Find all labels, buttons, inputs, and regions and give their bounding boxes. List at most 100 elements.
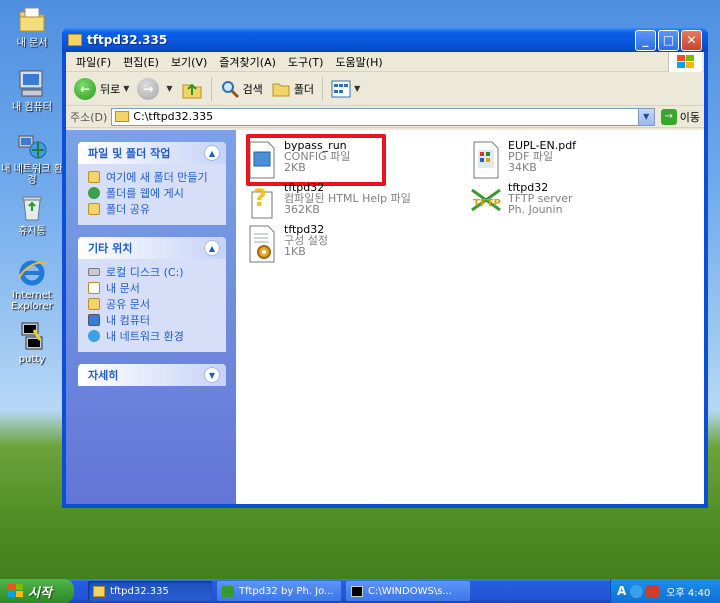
file-size: 34KB: [508, 161, 537, 174]
menu-tools[interactable]: 도구(T): [282, 54, 330, 70]
clock[interactable]: 오후 4:40: [666, 584, 710, 599]
window-content: 파일(F) 편집(E) 보기(V) 즐겨찾기(A) 도구(T) 도움말(H) ←…: [66, 52, 704, 504]
desktop-icon-recycle-bin[interactable]: 휴지통: [0, 192, 64, 237]
file-item[interactable]: bypass_run CONFIG 파일 2KB: [244, 134, 386, 186]
panel-header[interactable]: 자세히 ▼: [78, 364, 226, 386]
title-bar[interactable]: tftpd32.335 _ □ ✕: [62, 28, 708, 52]
network-tray-icon[interactable]: [630, 584, 644, 598]
file-item[interactable]: ? tftpd32 컴파일된 HTML Help 파일 362KB: [244, 182, 411, 222]
menu-help[interactable]: 도움말(H): [329, 54, 388, 70]
windows-logo-icon: [668, 52, 702, 72]
place-my-documents[interactable]: 내 문서: [88, 280, 218, 296]
task-publish-web[interactable]: 폴더를 웹에 게시: [88, 185, 218, 201]
file-publisher: Ph. Jounin: [508, 203, 563, 216]
start-button[interactable]: 시작: [0, 579, 74, 603]
security-shield-icon[interactable]: [646, 584, 660, 598]
folders-label: 폴더: [293, 82, 315, 96]
taskbar-button-cmd[interactable]: C:\WINDOWS\s...: [346, 581, 470, 601]
windows-logo-icon: [8, 584, 23, 597]
place-label: 내 네트워크 환경: [106, 330, 184, 343]
up-folder-icon: [182, 83, 202, 98]
start-label: 시작: [28, 585, 52, 601]
address-input[interactable]: C:\tftpd32.335 ▼: [111, 107, 655, 126]
file-size: 1KB: [284, 245, 306, 258]
place-label: 로컬 디스크 (C:): [106, 266, 184, 279]
minimize-button[interactable]: _: [635, 29, 656, 51]
place-network[interactable]: 내 네트워크 환경: [88, 328, 218, 344]
file-folder-tasks-panel: 파일 및 폴더 작업 ▲ 여기에 새 폴더 만들기 폴더를 웹에 게시 폴더 공…: [78, 142, 226, 225]
chevron-down-icon[interactable]: ▼: [204, 367, 220, 383]
network-places-icon: [88, 330, 100, 342]
up-folder-button[interactable]: [177, 75, 207, 103]
chevron-up-icon[interactable]: ▲: [204, 240, 220, 256]
toolbar: ← 뒤로 ▼ → ▼ 검색 폴더 ▼: [66, 72, 704, 106]
place-local-disk[interactable]: 로컬 디스크 (C:): [88, 264, 218, 280]
place-label: 공유 문서: [106, 298, 150, 311]
my-documents-icon: [88, 282, 100, 294]
chevron-down-icon[interactable]: ▼: [123, 84, 129, 93]
address-dropdown-button[interactable]: ▼: [637, 108, 654, 125]
search-icon: [221, 80, 239, 98]
file-item[interactable]: EUPL-EN.pdf PDF 파일 34KB: [468, 140, 576, 180]
task-label: Tftpd32 by Ph. Jo...: [239, 585, 334, 597]
views-button[interactable]: ▼: [327, 75, 364, 103]
panel-title: 파일 및 폴더 작업: [88, 147, 171, 160]
desktop-icon-putty[interactable]: putty: [0, 320, 64, 365]
forward-arrow-icon: →: [137, 77, 160, 100]
recycle-bin-icon: [22, 196, 42, 221]
taskbar-button-explorer[interactable]: tftpd32.335: [88, 581, 212, 601]
file-view: bypass_run CONFIG 파일 2KB EUPL-EN.pdf PDF…: [236, 130, 704, 504]
menu-view[interactable]: 보기(V): [165, 54, 213, 70]
ime-indicator[interactable]: A: [617, 584, 626, 598]
back-button[interactable]: ← 뒤로 ▼: [70, 75, 133, 103]
task-new-folder[interactable]: 여기에 새 폴더 만들기: [88, 169, 218, 185]
place-my-computer[interactable]: 내 컴퓨터: [88, 312, 218, 328]
chevron-down-icon[interactable]: ▼: [166, 84, 172, 93]
file-size: 362KB: [284, 203, 320, 216]
search-button[interactable]: 검색: [216, 75, 267, 103]
network-places-icon: [18, 135, 47, 159]
forward-button[interactable]: → ▼: [133, 75, 176, 103]
chevron-up-icon[interactable]: ▲: [204, 145, 220, 161]
help-file-icon: ?: [251, 184, 273, 219]
taskbar: 시작 tftpd32.335 Tftpd32 by Ph. Jo... C:\W…: [0, 579, 720, 603]
desktop-icon-label: 내 네트워크 환경: [1, 164, 63, 186]
menu-edit[interactable]: 편집(E): [117, 54, 165, 70]
address-bar: 주소(D) C:\tftpd32.335 ▼ → 이동: [66, 106, 704, 128]
task-share-folder[interactable]: 폴더 공유: [88, 201, 218, 217]
folders-button[interactable]: 폴더: [267, 75, 318, 103]
menu-file[interactable]: 파일(F): [70, 54, 117, 70]
desktop-icon-my-computer[interactable]: 내 컴퓨터: [0, 68, 64, 113]
go-button[interactable]: → 이동: [660, 108, 700, 125]
menu-favorites[interactable]: 즐겨찾기(A): [213, 54, 282, 70]
toolbar-separator: [210, 76, 212, 101]
settings-file-icon: [249, 225, 275, 263]
file-item[interactable]: tftpd32 구성 설정 1KB: [244, 224, 328, 264]
back-arrow-icon: ←: [74, 77, 96, 100]
desktop-icon-my-documents[interactable]: 내 문서: [0, 4, 64, 49]
toolbar-separator: [322, 76, 324, 101]
explorer-window: tftpd32.335 _ □ ✕ 파일(F) 편집(E) 보기(V) 즐겨찾기…: [62, 28, 708, 508]
desktop-icon-label: 내 컴퓨터: [12, 102, 52, 113]
desktop-icon-network[interactable]: 내 네트워크 환경: [0, 130, 64, 186]
file-item[interactable]: TFTP tftpd32 TFTP server Ph. Jounin: [468, 182, 573, 222]
go-arrow-icon: →: [660, 108, 677, 125]
desktop-icon-label: 휴지통: [18, 226, 46, 237]
publish-web-icon: [88, 187, 100, 199]
place-shared-documents[interactable]: 공유 문서: [88, 296, 218, 312]
maximize-button[interactable]: □: [658, 29, 679, 51]
my-computer-icon: [19, 70, 43, 97]
taskbar-button-tftpd32[interactable]: Tftpd32 by Ph. Jo...: [217, 581, 341, 601]
close-button[interactable]: ✕: [681, 29, 702, 51]
folders-icon: [272, 83, 290, 96]
panel-header[interactable]: 기타 위치 ▲: [78, 237, 226, 259]
panel-header[interactable]: 파일 및 폴더 작업 ▲: [78, 142, 226, 164]
command-prompt-icon: [351, 585, 363, 597]
my-computer-icon: [88, 314, 100, 326]
address-label: 주소(D): [70, 110, 108, 124]
my-documents-icon: [19, 7, 45, 32]
chevron-down-icon[interactable]: ▼: [354, 84, 360, 93]
desktop-icon-internet-explorer[interactable]: Internet Explorer: [0, 256, 64, 312]
task-label: 여기에 새 폴더 만들기: [106, 171, 208, 184]
panel-title: 기타 위치: [88, 242, 133, 255]
